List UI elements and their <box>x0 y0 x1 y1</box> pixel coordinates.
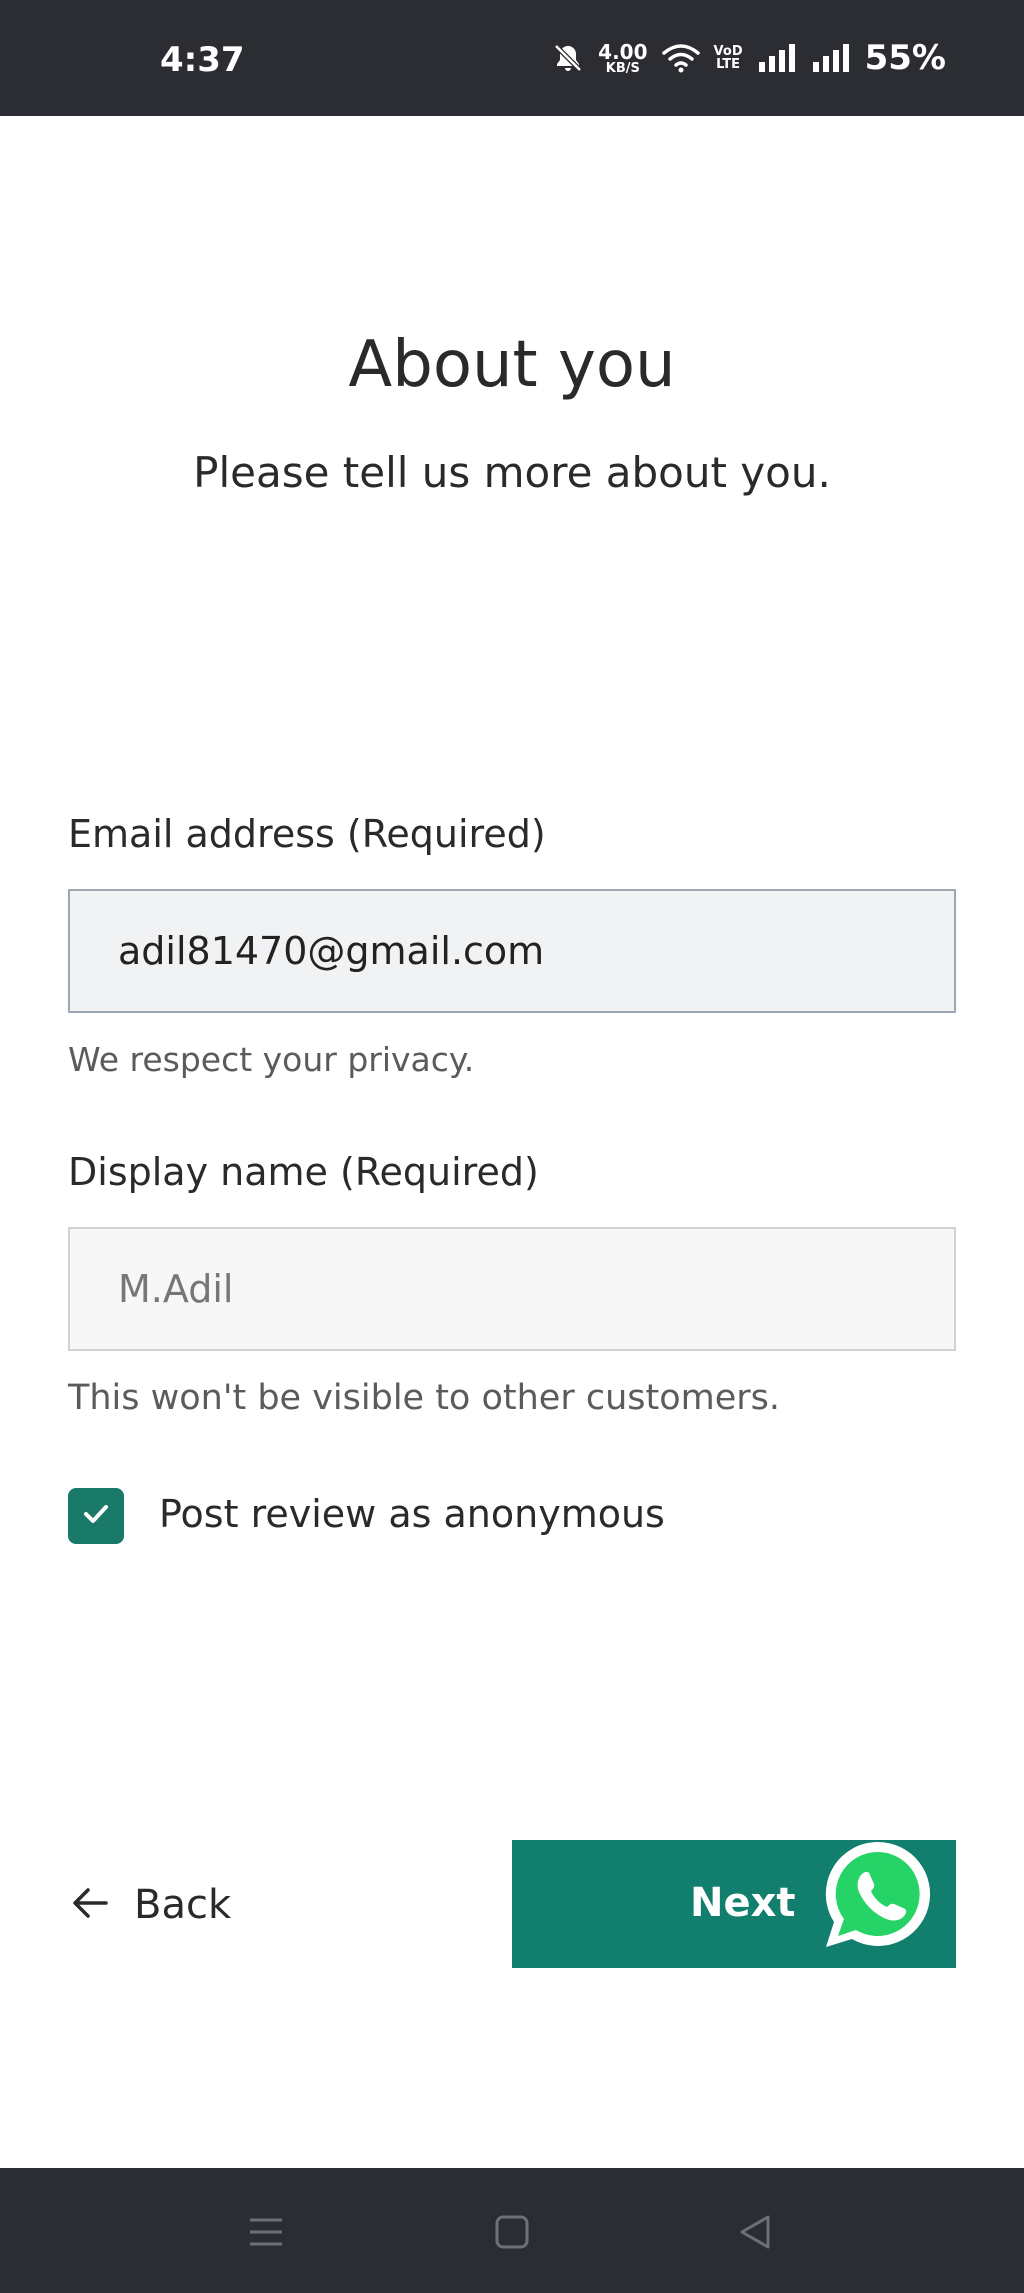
display-name-field[interactable] <box>68 1227 956 1351</box>
anonymous-checkbox-label: Post review as anonymous <box>159 1492 665 1536</box>
checkmark-icon <box>79 1497 113 1535</box>
network-speed: 4.00 KB/S <box>598 42 647 75</box>
status-bar: 4:37 4.00 KB/S VoD LTE 55% <box>0 0 1024 116</box>
next-button-label: Next <box>690 1880 796 1926</box>
display-name-label: Display name (Required) <box>68 1150 539 1194</box>
status-time: 4:37 <box>160 40 245 80</box>
back-button[interactable]: Back <box>68 1870 231 1940</box>
arrow-left-icon <box>68 1881 112 1929</box>
home-icon[interactable] <box>488 2208 536 2256</box>
display-name-helper-text: This won't be visible to other customers… <box>68 1378 781 1418</box>
system-nav-bar <box>0 2168 1024 2293</box>
wifi-icon <box>661 43 700 73</box>
volte-bottom-text: LTE <box>716 57 741 72</box>
signal-icon <box>811 42 851 74</box>
page-title: About you <box>348 328 676 402</box>
menu-icon[interactable] <box>242 2208 290 2256</box>
email-field[interactable] <box>68 889 956 1013</box>
page-subtitle: Please tell us more about you. <box>193 448 831 497</box>
email-label: Email address (Required) <box>68 812 546 856</box>
next-button[interactable]: Next <box>512 1840 956 1968</box>
signal-icon <box>757 42 797 74</box>
network-speed-value: 4.00 <box>598 39 648 64</box>
status-icons: 4.00 KB/S VoD LTE 55% <box>552 36 946 80</box>
mute-bell-icon <box>552 42 584 74</box>
anonymous-checkbox[interactable] <box>68 1488 124 1544</box>
whatsapp-icon[interactable] <box>814 1840 942 1960</box>
back-button-label: Back <box>134 1882 232 1928</box>
volte-indicator: VoD LTE <box>714 45 743 71</box>
battery-percentage: 55% <box>864 38 946 78</box>
email-helper-text: We respect your privacy. <box>68 1040 475 1079</box>
network-speed-unit: KB/S <box>605 60 640 76</box>
back-triangle-icon[interactable] <box>732 2208 780 2256</box>
